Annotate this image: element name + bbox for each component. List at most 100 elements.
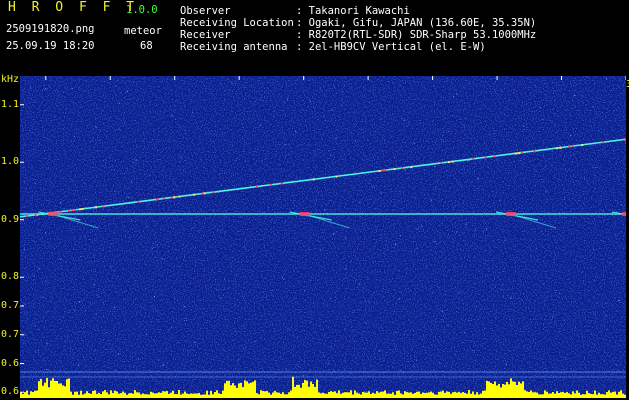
activity-bar — [248, 383, 250, 398]
noise-speck — [375, 86, 377, 88]
noise-speck — [341, 104, 342, 106]
noise-speck — [166, 349, 168, 350]
activity-bar — [366, 392, 368, 398]
noise-speck — [229, 265, 231, 267]
activity-bar — [30, 391, 32, 398]
noise-speck — [584, 190, 586, 192]
noise-speck — [76, 104, 78, 106]
noise-speck — [267, 250, 268, 252]
activity-bar — [126, 394, 128, 398]
app-version: 1.0.0 — [126, 4, 158, 16]
activity-bar — [156, 393, 158, 398]
activity-bar — [198, 393, 200, 398]
activity-bar — [426, 392, 428, 398]
noise-speck — [210, 93, 212, 95]
noise-speck — [321, 286, 323, 288]
noise-speck — [301, 116, 303, 118]
noise-speck — [309, 316, 311, 318]
noise-speck — [34, 183, 36, 185]
noise-speck — [268, 348, 270, 350]
noise-speck — [596, 335, 598, 337]
noise-speck — [534, 284, 536, 286]
noise-speck — [557, 360, 559, 362]
noise-speck — [384, 186, 386, 188]
noise-speck — [365, 322, 367, 324]
activity-bar — [578, 392, 580, 398]
spectrogram — [20, 76, 626, 398]
noise-speck — [234, 305, 236, 307]
noise-speck — [28, 84, 30, 86]
noise-speck — [260, 134, 262, 135]
noise-speck — [500, 89, 502, 91]
noise-speck — [205, 88, 207, 90]
activity-bar — [292, 376, 294, 398]
noise-speck — [404, 300, 406, 302]
noise-speck — [488, 268, 490, 270]
activity-bar — [72, 394, 74, 398]
noise-speck — [252, 85, 254, 86]
activity-bar — [434, 394, 436, 398]
noise-speck — [280, 96, 282, 98]
noise-speck — [467, 187, 469, 189]
noise-speck — [324, 209, 326, 211]
noise-speck — [345, 104, 347, 106]
noise-speck — [180, 157, 182, 159]
noise-speck — [580, 197, 582, 199]
activity-bar — [570, 394, 572, 398]
noise-speck — [157, 245, 159, 247]
noise-speck — [32, 275, 34, 276]
noise-speck — [147, 253, 149, 255]
noise-speck — [599, 97, 601, 99]
noise-speck — [263, 361, 265, 363]
noise-speck — [282, 277, 284, 279]
noise-speck — [90, 303, 92, 305]
activity-bar — [606, 392, 608, 398]
noise-speck — [60, 93, 61, 95]
carrier-hot-pixel — [472, 157, 475, 160]
activity-bar — [492, 384, 494, 398]
noise-speck — [241, 255, 242, 257]
activity-bar — [454, 391, 456, 398]
noise-speck — [98, 310, 100, 311]
noise-speck — [88, 174, 90, 176]
noise-speck — [45, 88, 47, 90]
noise-speck — [344, 189, 346, 191]
noise-speck — [558, 293, 560, 295]
noise-speck — [73, 112, 75, 114]
noise-speck — [511, 282, 513, 284]
activity-bar — [194, 393, 196, 398]
noise-speck — [31, 178, 33, 179]
noise-speck — [482, 104, 484, 106]
noise-speck — [24, 255, 26, 257]
noise-speck — [380, 235, 382, 237]
activity-bar — [34, 390, 36, 398]
activity-bar — [460, 393, 462, 398]
noise-speck — [573, 318, 575, 320]
noise-speck — [537, 151, 539, 153]
noise-speck — [112, 335, 114, 337]
noise-speck — [459, 254, 461, 256]
activity-bar — [46, 378, 48, 398]
noise-speck — [240, 337, 242, 339]
noise-speck — [602, 210, 604, 212]
noise-speck — [504, 239, 506, 241]
noise-speck — [48, 155, 50, 157]
noise-speck — [474, 229, 476, 231]
carrier-hot-pixel — [212, 191, 215, 194]
activity-bar — [48, 387, 50, 398]
noise-speck — [398, 101, 400, 103]
noise-speck — [142, 306, 144, 308]
noise-speck — [95, 352, 97, 354]
noise-speck — [173, 178, 175, 180]
carrier-hot-pixel — [401, 167, 404, 170]
noise-speck — [158, 174, 160, 176]
noise-speck — [78, 139, 80, 141]
noise-speck — [558, 331, 560, 333]
noise-speck — [606, 77, 607, 79]
noise-speck — [416, 155, 418, 157]
noise-speck — [90, 257, 92, 259]
noise-speck — [390, 223, 392, 225]
noise-speck — [194, 342, 196, 343]
noise-speck — [574, 95, 576, 96]
noise-speck — [621, 244, 623, 246]
